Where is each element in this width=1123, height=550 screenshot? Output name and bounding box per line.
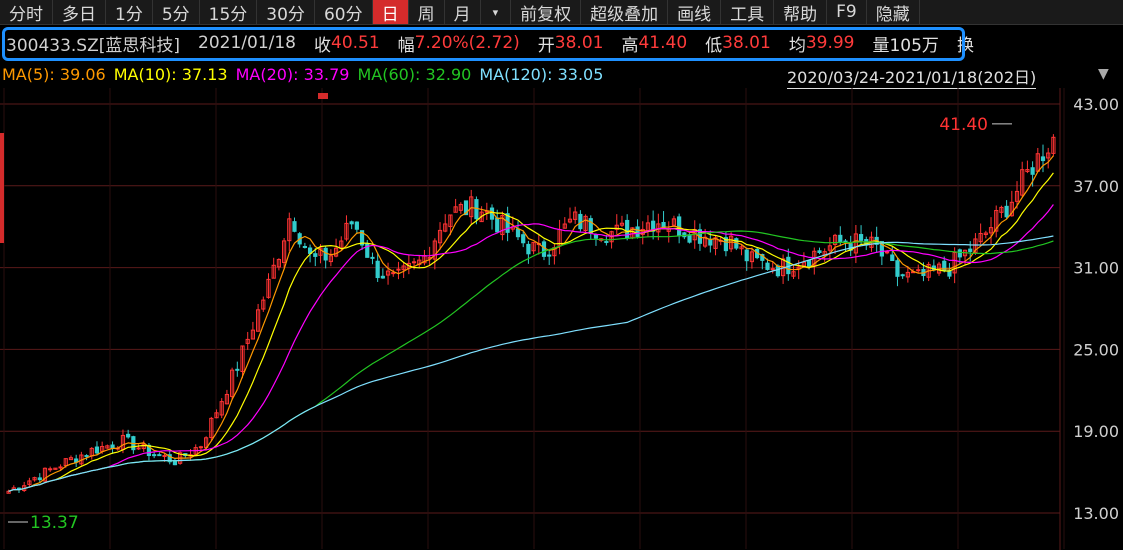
ma-label: MA(60): 32.90 (357, 64, 472, 84)
candle-body (547, 254, 552, 257)
candle-body (635, 226, 640, 237)
candle-body (541, 241, 547, 257)
candle-body (1030, 167, 1035, 175)
toolbar-item[interactable]: F9 (827, 0, 867, 24)
candle-body (126, 433, 131, 438)
candle-body (391, 272, 396, 275)
candle-body (1004, 205, 1009, 218)
candle-body (58, 466, 63, 469)
ma-label: MA(5): 39.06 (2, 64, 106, 84)
candle-body (775, 265, 781, 277)
y-tick-label: 25.00 (1073, 340, 1119, 359)
candle-body (515, 228, 521, 238)
candle-body (916, 269, 921, 272)
y-tick-label: 37.00 (1073, 177, 1119, 196)
candle-body (157, 454, 162, 457)
toolbar-item[interactable]: 30分 (257, 0, 315, 25)
candle-body (817, 250, 822, 254)
candle-body (604, 241, 609, 244)
toolbar-item[interactable]: 15分 (200, 0, 258, 25)
candle-body (84, 455, 89, 458)
y-tick-label: 13.00 (1073, 504, 1119, 523)
toolbar-item[interactable]: 隐藏 (867, 0, 920, 25)
candle-body (235, 368, 240, 371)
candle-body (770, 268, 775, 271)
candle-body (354, 221, 359, 230)
quote-info-bar: 300433.SZ[蓝思科技] 2021/01/18 收 40.51 幅 7.2… (0, 26, 1123, 61)
candle-body (396, 268, 401, 271)
candle-body (48, 468, 53, 471)
toolbar-item[interactable]: 多日 (53, 0, 106, 25)
min-price-label: 13.37 (30, 513, 79, 533)
candle-body (957, 249, 962, 258)
candle-body (162, 455, 167, 458)
toolbar-item[interactable]: 周 (409, 0, 445, 25)
toolbar-item[interactable]: 工具 (721, 0, 775, 25)
toolbar-item[interactable]: 分时 (0, 0, 53, 25)
y-tick-label: 43.00 (1073, 95, 1119, 114)
toolbar-item[interactable]: 1分 (106, 0, 153, 25)
candle-body (526, 243, 531, 255)
chevron-down-icon[interactable]: ▾ (481, 0, 512, 24)
candle-body (313, 253, 318, 257)
y-tick-label: 31.00 (1073, 259, 1119, 278)
candle-body (380, 275, 385, 279)
candle-body (744, 249, 749, 262)
left-edge-marker (0, 133, 4, 243)
candle-body (136, 447, 141, 450)
candle-body (765, 262, 770, 270)
candle-body (593, 234, 599, 239)
toolbar-item[interactable]: 画线 (668, 0, 722, 25)
toolbar-item[interactable]: 月 (445, 0, 481, 25)
ma-label: MA(10): 37.13 (113, 64, 228, 84)
max-price-label: 41.40 (939, 115, 988, 135)
toolbar-item[interactable]: 日 (372, 0, 409, 25)
candle-body (94, 446, 100, 454)
ma-legend: MA(5): 39.06 MA(10): 37.13 MA(20): 33.79 MA… (0, 62, 603, 86)
period-toolbar: 分时 多日 1分 5分 15分 30分 60分日周月 ▾ 前复权 超级叠加 画线 工具 帮助 F9 隐藏 (0, 0, 1123, 25)
candle-body (110, 444, 115, 449)
toolbar-item[interactable]: 5分 (153, 0, 200, 25)
info-highlight-box (2, 27, 965, 61)
event-marker (318, 93, 328, 99)
candle-body (708, 239, 713, 246)
candle-body (302, 246, 307, 249)
y-tick-label: 19.00 (1073, 422, 1119, 441)
candle-body (968, 248, 973, 252)
ma-line (8, 172, 1054, 492)
candle-body (1040, 156, 1046, 162)
candle-body (900, 274, 905, 277)
toolbar-item[interactable]: 60分 (315, 0, 373, 25)
candle-body (292, 221, 297, 232)
candle-body (37, 477, 42, 481)
candle-body (890, 254, 895, 262)
ma-label: MA(120): 33.05 (479, 64, 604, 84)
candle-body (895, 260, 900, 277)
kline-chart[interactable]: 43.00 37.00 31.00 25.00 19.00 13.00 41.40 13.37 (0, 88, 1123, 550)
toolbar-item[interactable]: 超级叠加 (581, 0, 669, 25)
ma-label: MA(20): 33.79 (235, 64, 350, 84)
candle-body (858, 234, 864, 241)
candle-body (349, 221, 354, 225)
candle-body (495, 217, 500, 233)
date-range[interactable]: 2020/03/24-2021/01/18(202日) (787, 64, 1037, 89)
triangle-down-icon[interactable]: ▼ (1098, 66, 1109, 82)
candle-body (806, 260, 812, 267)
ma-line (8, 155, 1054, 492)
candle-body (838, 234, 843, 243)
toolbar-item[interactable]: 前复权 (511, 0, 582, 25)
candle-body (323, 247, 328, 261)
candle-body (375, 260, 380, 279)
candle-body (687, 234, 692, 243)
candle-body (521, 234, 526, 244)
candle-body (370, 256, 375, 259)
toolbar-item[interactable]: 帮助 (774, 0, 828, 25)
candle-body (152, 454, 157, 457)
